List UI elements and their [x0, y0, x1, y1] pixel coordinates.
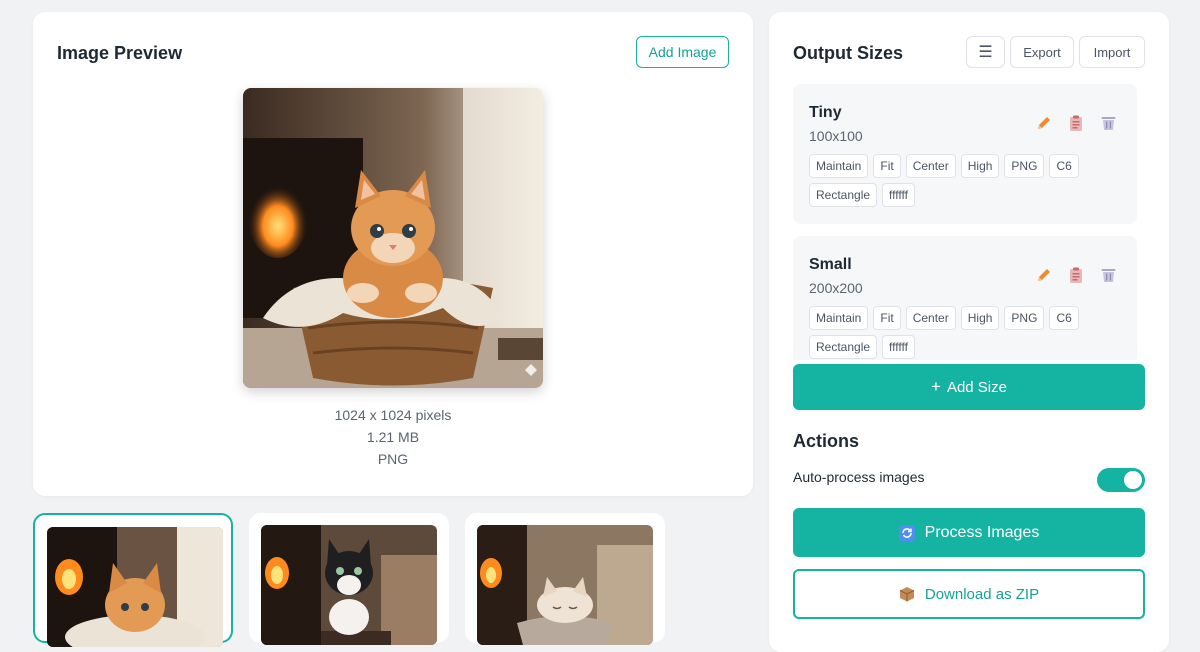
clipboard-icon[interactable] — [1067, 266, 1085, 284]
image-dimensions: 1024 x 1024 pixels — [334, 407, 452, 423]
settings-panel: Output Sizes ☰ Export Import Tiny 100x10… — [769, 12, 1169, 652]
tag: Fit — [873, 306, 901, 330]
tag: Center — [905, 154, 956, 178]
thumbnail-image — [47, 527, 223, 647]
process-images-button[interactable]: Process Images — [793, 508, 1145, 557]
tag: ffffff — [882, 335, 915, 359]
pencil-icon[interactable] — [1035, 114, 1053, 132]
size-card-tiny: Tiny 100x100 Maintain Fit Center High PN… — [793, 84, 1137, 224]
thumbnail-2[interactable] — [249, 513, 449, 645]
menu-button[interactable]: ☰ — [966, 36, 1005, 68]
tag: High — [960, 306, 1000, 330]
tag: High — [960, 154, 1000, 178]
size-card-small: Small 200x200 Maintain Fit Center High P… — [793, 236, 1137, 360]
output-sizes-title: Output Sizes — [793, 43, 904, 63]
size-dimensions: 100x100 — [809, 128, 863, 144]
refresh-icon — [898, 524, 915, 541]
size-tags: Maintain Fit Center High PNG C6 Rectangl… — [809, 154, 1109, 207]
tag: Maintain — [809, 306, 869, 330]
download-zip-label: Download as ZIP — [924, 585, 1040, 603]
size-name: Tiny — [809, 104, 842, 121]
pencil-icon[interactable] — [1035, 266, 1053, 284]
tag: Center — [905, 306, 956, 330]
plus-icon: + — [931, 377, 941, 396]
import-button[interactable]: Import — [1079, 36, 1145, 68]
thumbnail-image — [261, 525, 437, 645]
thumbnail-image — [477, 525, 653, 645]
tag: Rectangle — [809, 183, 878, 207]
toggle-knob — [1124, 471, 1142, 489]
image-format: PNG — [377, 451, 409, 467]
tag: C6 — [1049, 154, 1079, 178]
auto-process-label: Auto-process images — [793, 469, 925, 485]
add-image-button[interactable]: Add Image — [636, 36, 729, 68]
add-size-button[interactable]: + Add Size — [793, 364, 1145, 410]
export-button[interactable]: Export — [1010, 36, 1074, 68]
package-icon — [899, 586, 915, 602]
auto-process-toggle[interactable] — [1097, 468, 1145, 492]
thumbnail-3[interactable] — [465, 513, 665, 645]
process-images-label: Process Images — [924, 523, 1040, 541]
download-zip-button[interactable]: Download as ZIP — [793, 569, 1145, 619]
trash-icon[interactable] — [1099, 114, 1117, 132]
size-dimensions: 200x200 — [809, 280, 863, 296]
size-name: Small — [809, 256, 852, 273]
hamburger-icon: ☰ — [978, 44, 993, 61]
size-tags: Maintain Fit Center High PNG C6 Rectangl… — [809, 306, 1109, 359]
add-size-label: Add Size — [946, 378, 1007, 396]
actions-title: Actions — [793, 431, 860, 451]
tag: C6 — [1049, 306, 1079, 330]
trash-icon[interactable] — [1099, 266, 1117, 284]
tag: ffffff — [882, 183, 915, 207]
main-preview-image — [243, 88, 543, 388]
image-preview-panel: Image Preview Add Image 1024 x 1024 pixe… — [33, 12, 753, 496]
thumbnail-1[interactable] — [33, 513, 233, 647]
image-file-size: 1.21 MB — [366, 429, 420, 445]
tag: Maintain — [809, 154, 869, 178]
tag: PNG — [1004, 154, 1045, 178]
preview-title: Image Preview — [57, 43, 183, 63]
size-list[interactable]: Tiny 100x100 Maintain Fit Center High PN… — [793, 84, 1137, 360]
tag: PNG — [1004, 306, 1045, 330]
tag: Fit — [873, 154, 901, 178]
clipboard-icon[interactable] — [1067, 114, 1085, 132]
tag: Rectangle — [809, 335, 878, 359]
